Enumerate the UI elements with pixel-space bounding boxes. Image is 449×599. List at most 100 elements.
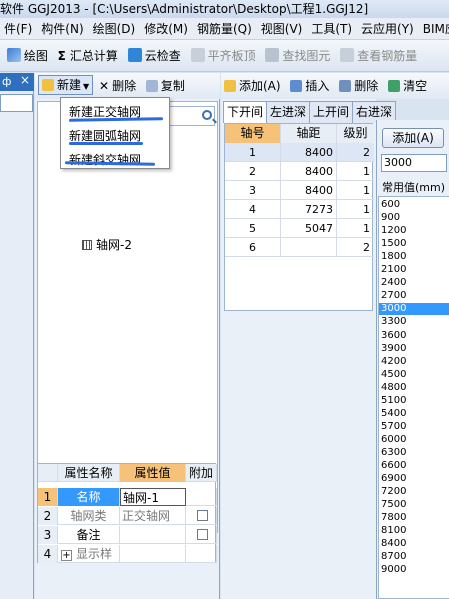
name-value-input[interactable]: 轴网-1	[120, 488, 186, 506]
list-item[interactable]: 3000	[379, 303, 449, 316]
grid-toolbar: 添加(A) 插入 删除 清空	[221, 73, 449, 99]
expand-icon[interactable]: +	[61, 550, 72, 561]
flat-slab-button[interactable]: 平齐板顶	[190, 40, 256, 71]
attach-checkbox[interactable]	[197, 510, 208, 521]
copy-icon	[145, 80, 158, 92]
table-row[interactable]: 2 轴网类 正交轴网	[38, 507, 217, 525]
delete-icon	[339, 80, 352, 92]
list-item[interactable]: 6000	[379, 434, 449, 446]
table-row[interactable]: 4 7273 1	[225, 200, 374, 219]
table-row[interactable]: 6 2	[225, 238, 374, 257]
list-item[interactable]: 4200	[379, 356, 449, 368]
list-item[interactable]: 8700	[379, 551, 449, 563]
cloud-check-button[interactable]: 云检查	[127, 40, 181, 71]
list-item[interactable]: 900	[379, 212, 449, 224]
clear-icon	[388, 80, 401, 92]
insert-icon	[290, 80, 303, 92]
dock-tool-slot[interactable]	[0, 94, 33, 112]
menu-component[interactable]: 构件(N)	[37, 18, 88, 39]
column-header: 附加	[186, 464, 217, 482]
menu-draw[interactable]: 绘图(D)	[89, 18, 141, 39]
property-grid: 属性名称 属性值 附加 1 名称 轴网-1 2 轴网类 正交轴网 3 备注 4 …	[37, 463, 217, 563]
grid-delete-button[interactable]: 删除	[339, 73, 378, 99]
draw-button[interactable]: 绘图	[6, 40, 48, 71]
list-item[interactable]: 5700	[379, 421, 449, 433]
menu-modify[interactable]: 修改(M)	[140, 18, 193, 39]
menu-file[interactable]: 件(F)	[0, 18, 37, 39]
draw-icon	[6, 48, 21, 62]
tab-top-bay[interactable]: 上开间	[309, 101, 354, 123]
clear-button[interactable]: 清空	[388, 73, 427, 99]
list-item[interactable]: 3900	[379, 343, 449, 355]
menu-view[interactable]: 视图(V)	[257, 18, 308, 39]
common-values-list[interactable]: 600 900 1200 1500 1800 2100 2400 2700 3000 3300 36…	[378, 196, 449, 599]
list-item[interactable]: 5400	[379, 408, 449, 420]
list-item[interactable]: 3600	[379, 330, 449, 342]
delete-x-icon: ✕	[99, 79, 110, 93]
spacing-value-input[interactable]: 3000	[381, 154, 447, 172]
copy-button[interactable]: 复制	[145, 73, 185, 99]
search-icon[interactable]	[202, 110, 212, 120]
close-icon[interactable]: ×	[20, 73, 30, 87]
add-row-button[interactable]: 添加(A)	[224, 73, 281, 99]
list-item[interactable]: 600	[379, 199, 449, 211]
menu-item-new-oblique[interactable]: 新建斜交轴网	[69, 151, 141, 168]
table-row[interactable]: 1 8400 2	[225, 143, 374, 162]
sigma-icon: Σ	[57, 49, 66, 63]
list-item[interactable]: 2400	[379, 277, 449, 289]
menu-bim[interactable]: BIM应用	[419, 18, 449, 39]
table-row[interactable]: 3 备注	[38, 526, 217, 544]
list-item[interactable]: 4800	[379, 382, 449, 394]
menu-tools[interactable]: 工具(T)	[307, 18, 357, 39]
tree-node[interactable]: 轴网-2	[82, 236, 132, 253]
list-item[interactable]: 9000	[379, 564, 449, 576]
annotation-underline	[69, 142, 143, 145]
table-row[interactable]: 2 8400 1	[225, 162, 374, 181]
new-dropdown-menu: 新建正交轴网 新建圆弧轴网 新建斜交轴网	[60, 97, 170, 169]
sum-calc-button[interactable]: Σ 汇总计算	[57, 40, 118, 71]
list-item[interactable]: 7500	[379, 499, 449, 511]
tab-left-depth[interactable]: 左进深	[266, 101, 311, 123]
table-row[interactable]: 4 + 显示样	[38, 545, 217, 563]
list-item[interactable]: 7800	[379, 512, 449, 524]
table-row[interactable]: 1 名称 轴网-1	[38, 488, 217, 506]
list-item[interactable]: 8400	[379, 538, 449, 550]
property-header-row: 属性名称 属性值 附加	[38, 464, 217, 482]
list-item[interactable]: 1200	[379, 225, 449, 237]
list-item[interactable]: 6300	[379, 447, 449, 459]
chevron-down-icon: ▼	[83, 82, 90, 91]
attach-checkbox[interactable]	[197, 529, 208, 540]
view-rebar-icon	[340, 48, 355, 62]
list-item[interactable]: 4500	[379, 369, 449, 381]
left-dock-panel: ф ×	[0, 73, 34, 599]
window-title-bar: 软件 GGJ2013 - [C:\Users\Administrator\Des…	[0, 0, 449, 18]
list-item[interactable]: 1500	[379, 238, 449, 250]
view-rebar-button[interactable]: 查看钢筋量	[340, 40, 417, 71]
list-item[interactable]: 3300	[379, 316, 449, 328]
list-item[interactable]: 2700	[379, 290, 449, 302]
table-row[interactable]: 3 8400 1	[225, 181, 374, 200]
table-row[interactable]: 5 5047 1	[225, 219, 374, 238]
menu-cloud[interactable]: 云应用(Y)	[357, 18, 419, 39]
list-item[interactable]: 8100	[379, 525, 449, 537]
list-item[interactable]: 6900	[379, 473, 449, 485]
list-item[interactable]: 2100	[379, 264, 449, 276]
list-item[interactable]: 7200	[379, 486, 449, 498]
add-value-button[interactable]: 添加(A)	[382, 128, 444, 148]
tab-bottom-bay[interactable]: 下开间	[223, 101, 268, 123]
axis-table: 轴号 轴距 级别 1 8400 2 2 8400 1 3 8400 1 4 72…	[224, 123, 374, 311]
menu-bar: 件(F) 构件(N) 绘图(D) 修改(M) 钢筋量(Q) 视图(V) 工具(T) 云应用(Y…	[0, 18, 449, 40]
delete-button[interactable]: ✕ 删除	[99, 73, 136, 99]
menu-rebar[interactable]: 钢筋量(Q)	[193, 18, 257, 39]
find-element-button[interactable]: 查找图元	[265, 40, 330, 71]
main-toolbar: 绘图 Σ 汇总计算 云检查 平齐板顶 查找图元 查看钢筋量	[0, 40, 449, 72]
direction-tabs: 下开间 左进深 上开间 右进深	[223, 101, 397, 123]
common-values-panel: 添加(A) 3000 常用值(mm) 600 900 1200 1500 1800 210…	[376, 120, 449, 599]
list-item[interactable]: 5100	[379, 395, 449, 407]
list-item[interactable]: 1800	[379, 251, 449, 263]
list-item[interactable]: 6600	[379, 460, 449, 472]
new-button[interactable]: 新建 ▼	[38, 75, 94, 95]
annotation-underline	[68, 117, 164, 122]
cloud-check-icon	[127, 48, 142, 62]
insert-button[interactable]: 插入	[290, 73, 329, 99]
